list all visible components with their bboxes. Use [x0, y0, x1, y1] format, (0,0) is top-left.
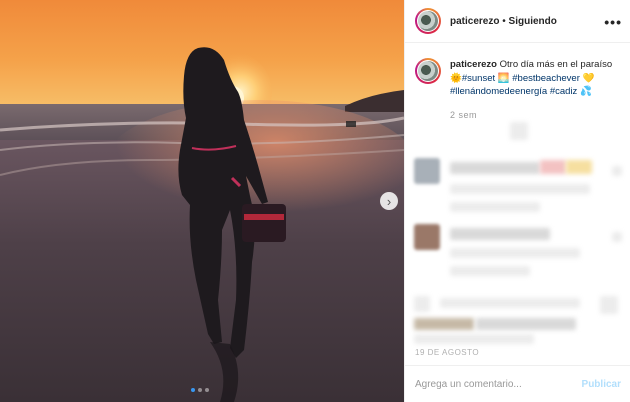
- follow-status[interactable]: Siguiendo: [509, 16, 557, 27]
- blurred-comment: [450, 184, 590, 194]
- post-photo[interactable]: ›: [0, 0, 404, 402]
- blurred-comment: [566, 160, 592, 174]
- hashtag-link[interactable]: #sunset: [462, 73, 495, 84]
- hashtag-link[interactable]: #llenándomedeenergía: [450, 86, 547, 97]
- avatar-image: [418, 11, 438, 31]
- droplets-emoji-icon: 💦: [579, 86, 592, 97]
- caption-time: 2 sem: [450, 110, 478, 120]
- comment-footer: Publicar: [405, 365, 630, 402]
- caption-body: Otro día más en el paraíso: [499, 59, 613, 70]
- blurred-content: [414, 334, 534, 344]
- blurred-comment: [450, 162, 540, 174]
- avatar-image: [418, 61, 438, 81]
- blurred-content: [510, 122, 528, 140]
- blurred-content: [414, 296, 430, 312]
- blurred-comment: [450, 266, 530, 276]
- beach-sunset-image: [0, 0, 404, 402]
- blurred-content: [440, 298, 580, 308]
- caption: paticerezo Otro día más en el paraíso 🌞#…: [415, 58, 625, 99]
- sunrise-emoji-icon: 🌅: [497, 72, 510, 84]
- post-header: paticerezo • Siguiendo •••: [405, 0, 630, 43]
- caption-username[interactable]: paticerezo: [450, 59, 497, 70]
- blurred-comment: [450, 202, 540, 212]
- separator: •: [499, 15, 509, 27]
- avatar[interactable]: [415, 58, 441, 84]
- publish-button[interactable]: Publicar: [582, 379, 621, 390]
- blurred-content: [414, 318, 474, 330]
- more-horizontal-icon[interactable]: •••: [604, 14, 622, 30]
- avatar[interactable]: [415, 8, 441, 34]
- blurred-like: [612, 166, 622, 176]
- hashtag-link[interactable]: #bestbeachever: [512, 73, 580, 84]
- blurred-avatar: [414, 224, 440, 250]
- sun-emoji-icon: 🌞: [450, 72, 462, 84]
- comment-input[interactable]: [415, 378, 582, 390]
- blurred-comment: [450, 228, 550, 240]
- chevron-right-icon[interactable]: ›: [380, 192, 398, 210]
- header-user-line: paticerezo • Siguiendo: [450, 16, 557, 27]
- blurred-comment: [450, 248, 580, 258]
- blurred-avatar: [414, 158, 440, 184]
- blurred-content: [476, 318, 576, 330]
- username-link[interactable]: paticerezo: [450, 16, 499, 27]
- caption-text: paticerezo Otro día más en el paraíso 🌞#…: [450, 58, 612, 99]
- yellow-heart-emoji-icon: 💛: [582, 72, 595, 84]
- carousel-dot: [191, 388, 195, 392]
- blurred-like: [612, 232, 622, 242]
- carousel-dot: [198, 388, 202, 392]
- blurred-comment: [540, 160, 566, 174]
- post-date: 19 DE AGOSTO: [415, 348, 480, 357]
- blurred-content: [600, 296, 618, 314]
- hashtag-link[interactable]: #cadiz: [550, 86, 577, 97]
- carousel-indicator: [191, 388, 209, 392]
- carousel-dot: [205, 388, 209, 392]
